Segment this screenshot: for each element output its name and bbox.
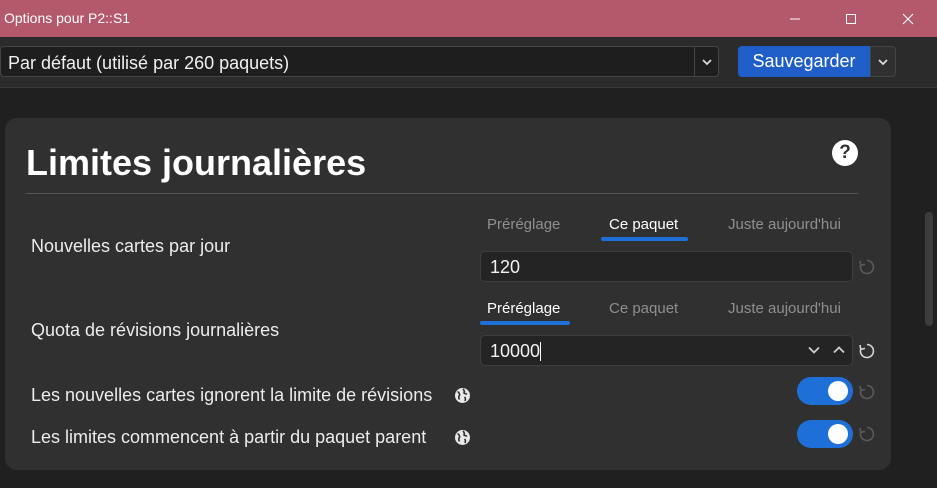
preset-select[interactable]: Par défaut (utilisé par 260 paquets) xyxy=(0,46,719,77)
new-cards-value: 120 xyxy=(490,257,521,277)
new-cards-input[interactable]: 120 xyxy=(480,251,853,282)
minimize-icon xyxy=(790,18,800,19)
globe-icon[interactable] xyxy=(454,387,471,404)
revert-icon[interactable] xyxy=(858,383,876,401)
chevron-down-icon[interactable] xyxy=(807,343,821,357)
save-button[interactable]: Sauvegarder xyxy=(738,46,870,77)
save-button-label: Sauvegarder xyxy=(752,51,856,71)
new-ignore-review-limit-toggle[interactable] xyxy=(797,377,853,405)
active-tab-indicator xyxy=(480,321,570,325)
reviews-label: Quota de révisions journalières xyxy=(31,320,280,340)
toggle-knob xyxy=(828,424,848,444)
text-caret xyxy=(540,342,541,361)
section-title: Limites journalières xyxy=(26,142,367,183)
maximize-icon xyxy=(846,13,856,24)
close-icon xyxy=(902,13,914,24)
revert-icon[interactable] xyxy=(858,342,876,360)
maximize-button[interactable] xyxy=(823,0,879,37)
preset-select-value: Par défaut (utilisé par 260 paquets) xyxy=(8,53,290,73)
title-divider xyxy=(26,193,858,194)
new-cards-tabs: Préréglage Ce paquet Juste aujourd'hui xyxy=(480,216,860,242)
close-button[interactable] xyxy=(880,0,936,37)
reviews-value: 10000 xyxy=(490,341,541,361)
revert-icon[interactable] xyxy=(858,425,876,443)
toolbar: Par défaut (utilisé par 260 paquets) Sau… xyxy=(0,37,937,88)
scrollbar-thumb[interactable] xyxy=(925,212,933,326)
chevron-down-icon xyxy=(702,59,712,66)
tab-this-deck[interactable]: Ce paquet xyxy=(609,216,678,233)
tab-preset[interactable]: Préréglage xyxy=(487,216,560,233)
reviews-input[interactable]: 10000 xyxy=(480,335,853,366)
active-tab-indicator xyxy=(601,237,688,241)
revert-icon[interactable] xyxy=(858,258,876,276)
globe-icon[interactable] xyxy=(454,429,471,446)
daily-limits-card: Limites journalières ? Nouvelles cartes … xyxy=(5,118,891,470)
window-title: Options pour P2::S1 xyxy=(4,10,131,26)
chevron-up-icon[interactable] xyxy=(832,343,846,357)
question-circle-icon[interactable]: ? xyxy=(832,140,858,166)
tab-today-only[interactable]: Juste aujourd'hui xyxy=(728,300,841,317)
new-cards-label: Nouvelles cartes par jour xyxy=(31,236,231,256)
preset-select-divider xyxy=(694,47,695,76)
limits-from-parent-toggle[interactable] xyxy=(797,420,853,448)
reviews-tabs: Préréglage Ce paquet Juste aujourd'hui xyxy=(480,300,860,326)
chevron-down-icon xyxy=(878,58,888,65)
limits-from-parent-label: Les limites commencent à partir du paque… xyxy=(31,427,427,447)
tab-preset[interactable]: Préréglage xyxy=(487,300,560,317)
scrollbar[interactable] xyxy=(921,88,937,488)
title-bar: Options pour P2::S1 xyxy=(0,0,937,37)
save-options-button[interactable] xyxy=(870,46,896,77)
tab-today-only[interactable]: Juste aujourd'hui xyxy=(728,216,841,233)
tab-this-deck[interactable]: Ce paquet xyxy=(609,300,678,317)
new-ignore-review-limit-label: Les nouvelles cartes ignorent la limite … xyxy=(31,385,433,405)
toggle-knob xyxy=(828,381,848,401)
help-glyph: ? xyxy=(839,142,851,163)
minimize-button[interactable] xyxy=(767,0,823,37)
